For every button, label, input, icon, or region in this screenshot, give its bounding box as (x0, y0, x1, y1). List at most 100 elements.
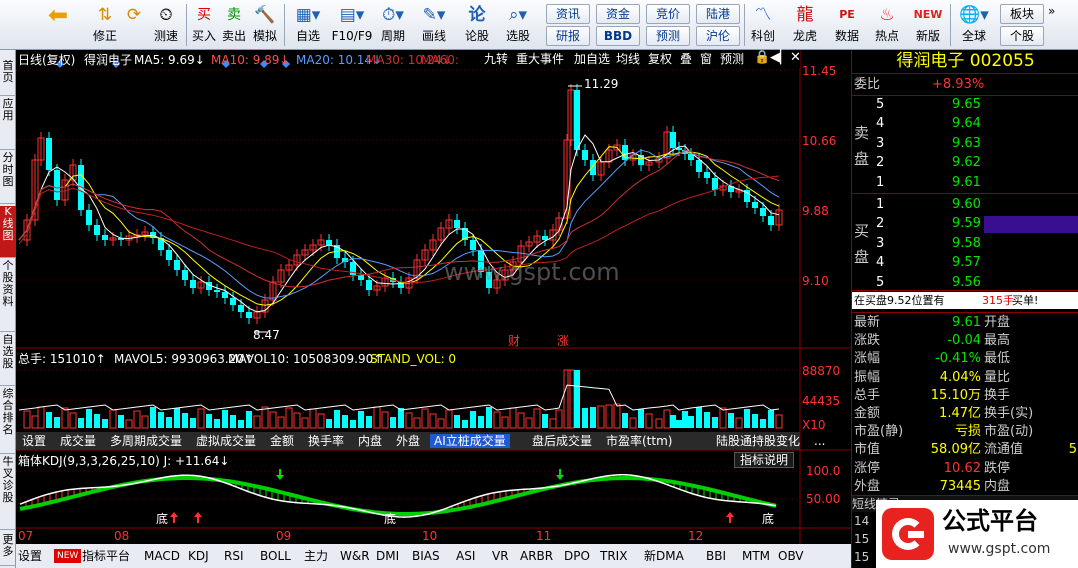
period-button[interactable]: ⏱▾ 周期 (374, 2, 412, 48)
indicator-help-button[interactable]: 指标说明 (734, 452, 794, 468)
bottom-tab[interactable]: BOLL (260, 549, 291, 563)
global-button[interactable]: 🌐▾ 全球 (954, 2, 994, 48)
buy-order-row[interactable]: 5 9.56 (852, 274, 1078, 292)
bottom-tab[interactable]: DMI (376, 549, 399, 563)
bottom-tab[interactable]: ASI (456, 549, 475, 563)
sector-button[interactable]: 板块 (1000, 4, 1044, 24)
bottom-tab[interactable]: TRIX (600, 549, 627, 563)
bottom-tab[interactable]: W&R (340, 549, 370, 563)
indicator-tab[interactable]: 金额 (266, 434, 298, 448)
bottom-tab[interactable]: 指标平台 (82, 549, 130, 563)
forum-button[interactable]: 论论股 (460, 2, 494, 48)
f10-button[interactable]: ▤▾ F10/F9 (330, 2, 374, 48)
bottom-tab[interactable]: OBV (778, 549, 804, 563)
auction-button[interactable]: 竞价 (646, 4, 690, 24)
indicator-tab[interactable]: AI立桩成交量 (430, 434, 510, 448)
buy-order-row[interactable]: 1 9.60 (852, 196, 1078, 214)
bottom-tab[interactable]: 主力 (304, 549, 328, 563)
bottom-tab[interactable]: VR (492, 549, 509, 563)
tab-overlay[interactable]: 叠 (680, 52, 692, 66)
kline-chart-area[interactable]: 日线(复权) 得润电子 MA5: 9.69↓ MA10: 9.89↓ MA20:… (16, 50, 851, 568)
toolbar-updown[interactable]: ⇅ 修正 (90, 2, 120, 48)
tab-home[interactable]: 首页 (0, 60, 16, 96)
indicator-tab[interactable]: 多周期成交量 (106, 434, 186, 448)
indicator-tab[interactable]: 设置 (18, 434, 50, 448)
sell-order-row[interactable]: 5 9.65 (852, 96, 1078, 114)
simulate-button[interactable]: 🔨 模拟 (250, 2, 280, 48)
close-icon[interactable]: ✕ (790, 51, 801, 65)
event-limit-up-label[interactable]: 涨 (557, 334, 569, 348)
news-button[interactable]: 资讯 (546, 4, 590, 24)
tab-stock-info[interactable]: 个股资料 (0, 260, 16, 332)
tab-major-events[interactable]: 重大事件 (516, 52, 564, 66)
tab-forecast[interactable]: 预测 (720, 52, 744, 66)
bottom-tab[interactable]: 新DMA (644, 549, 684, 563)
draw-line-button[interactable]: ✎▾ 画线 (414, 2, 454, 48)
tab-intraday[interactable]: 分时图 (0, 152, 16, 204)
hk-link-button[interactable]: 陆港 (696, 4, 740, 24)
indicator-tab[interactable]: 换手率 (304, 434, 348, 448)
collapse-right-icon[interactable]: ◀▏ (770, 51, 790, 65)
indicator-tab[interactable]: 盘后成交量 (528, 434, 596, 448)
stock-picker-button[interactable]: ⌕▾ 选股 (498, 2, 538, 48)
buy-button[interactable]: 买买入 (190, 2, 218, 48)
tab-kline[interactable]: K线图 (0, 206, 16, 258)
tab-diagnosis[interactable]: 牛叉诊股 (0, 456, 16, 530)
sell-order-row[interactable]: 4 9.64 (852, 115, 1078, 133)
tab-window[interactable]: 窗 (700, 52, 712, 66)
bbd-button[interactable]: BBD (596, 26, 640, 46)
indicator-tab[interactable]: 外盘 (392, 434, 424, 448)
sell-button[interactable]: 卖卖出 (220, 2, 248, 48)
toolbar-speed[interactable]: ⏲ 测速 (150, 2, 182, 48)
hotspot-button[interactable]: ♨ 热点 (870, 2, 904, 48)
tab-ma[interactable]: 均线 (616, 52, 640, 66)
more-arrow-icon[interactable]: » (1048, 4, 1074, 24)
bottom-tab[interactable]: DPO (564, 549, 590, 563)
bottom-tab[interactable]: RSI (224, 549, 244, 563)
tab-more[interactable]: 更多 (0, 534, 16, 566)
bottom-tab[interactable]: BIAS (412, 549, 440, 563)
bottom-tab[interactable]: KDJ (188, 549, 209, 563)
indicator-tab[interactable]: 成交量 (56, 434, 100, 448)
bottom-tab[interactable]: BBI (706, 549, 726, 563)
indicator-tab[interactable]: ... (810, 434, 829, 448)
london-link-button[interactable]: 沪伦 (696, 26, 740, 46)
kline-chart-svg[interactable] (16, 50, 851, 568)
sell-order-row[interactable]: 1 9.61 (852, 174, 1078, 192)
indicator-tab[interactable]: 市盈率(ttm) (602, 434, 676, 448)
tab-apps[interactable]: 应用 (0, 98, 16, 150)
sell-order-row[interactable]: 3 9.63 (852, 135, 1078, 153)
tab-jiuzhuan[interactable]: 九转 (484, 52, 508, 66)
lock-icon[interactable]: 🔒 (754, 51, 770, 65)
bottom-tab[interactable]: 设置 (18, 549, 42, 563)
order-price: 9.57 (952, 255, 981, 271)
star-market-button[interactable]: 〽科创 (746, 2, 780, 48)
tab-add-watch[interactable]: 加自选 (574, 52, 610, 66)
toolbar-fix[interactable]: ⟳ (120, 2, 148, 48)
event-finance-label[interactable]: 财 (508, 334, 520, 348)
indicator-tab[interactable]: 虚拟成交量 (192, 434, 260, 448)
watchlist-button[interactable]: ▦▾ 自选 (288, 2, 328, 48)
buy-order-row[interactable]: 4 9.57 (852, 254, 1078, 272)
volume-bar (334, 410, 340, 428)
buy-order-row[interactable]: 3 9.58 (852, 235, 1078, 253)
tab-adjust[interactable]: 复权 (648, 52, 672, 66)
dragon-tiger-button[interactable]: 龍龙虎 (786, 2, 824, 48)
tab-watchlist[interactable]: 自选股 (0, 334, 16, 386)
tab-ranking[interactable]: 综合排名 (0, 388, 16, 454)
indicator-tab[interactable]: 内盘 (354, 434, 386, 448)
new-version-button[interactable]: NEW 新版 (910, 2, 946, 48)
indicator-tab[interactable]: 陆股通持股变化 (712, 434, 804, 448)
bottom-tab[interactable]: ARBR (520, 549, 553, 563)
bottom-tab[interactable]: MACD (144, 549, 180, 563)
sell-order-row[interactable]: 2 9.62 (852, 154, 1078, 172)
research-button[interactable]: 研报 (546, 26, 590, 46)
bottom-tab[interactable]: MTM (742, 549, 770, 563)
forecast-button[interactable]: 预测 (646, 26, 690, 46)
order-level: 3 (876, 135, 885, 151)
stock-button[interactable]: 个股 (1000, 26, 1044, 46)
data-button[interactable]: PE 数据 (830, 2, 864, 48)
funds-button[interactable]: 资金 (596, 4, 640, 24)
back-button[interactable]: ⬅ (38, 2, 78, 48)
bottom-tab[interactable]: NEW (54, 549, 82, 563)
